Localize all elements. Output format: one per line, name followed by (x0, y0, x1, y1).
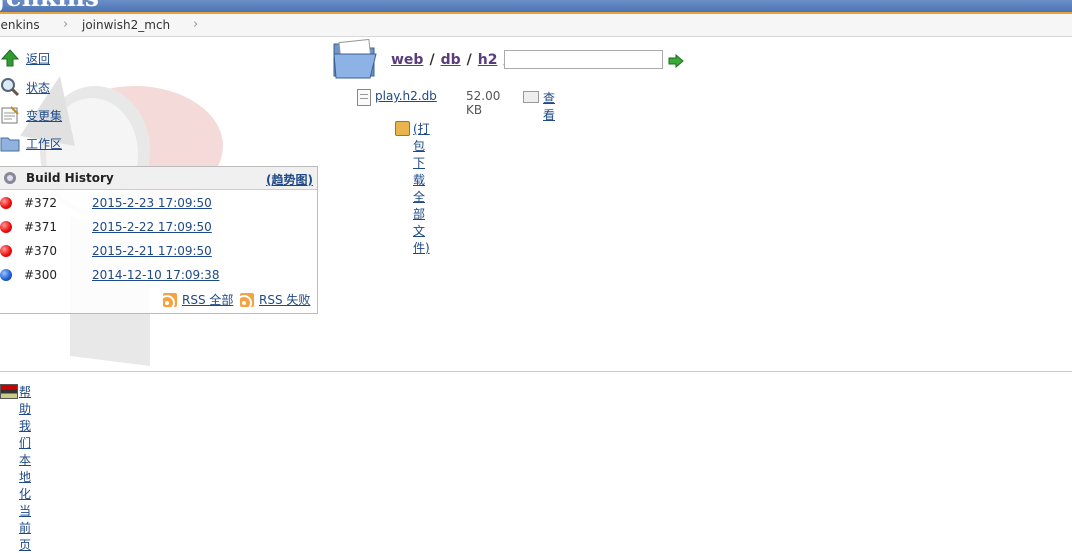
magnifier-icon (0, 77, 20, 97)
build-history-panel: Build History (趋势图) #372 2015-2-23 17:09… (0, 166, 318, 314)
build-history-header: Build History (趋势图) (0, 167, 317, 190)
rss-icon (240, 292, 254, 307)
build-row: #371 2015-2-22 17:09:50 (0, 217, 316, 237)
task-workspace[interactable]: 工作区 (0, 133, 62, 153)
header-bar: Jenkins (0, 0, 1072, 14)
path-segment-web[interactable]: web (391, 52, 423, 68)
task-changes[interactable]: 变更集 (0, 105, 62, 125)
task-changes-link[interactable]: 变更集 (26, 107, 62, 124)
task-back-link[interactable]: 返回 (26, 50, 50, 67)
rss-failed-link[interactable]: RSS 失败 (259, 291, 310, 308)
build-date-link[interactable]: 2015-2-21 17:09:50 (92, 244, 212, 258)
breadcrumb: Jenkins › joinwish2_mch › (0, 14, 1072, 37)
file-view-link[interactable]: 查看 (543, 89, 555, 123)
build-history-title: Build History (26, 171, 114, 185)
notepad-icon (0, 105, 20, 125)
trend-link[interactable]: (趋势图) (266, 171, 313, 188)
build-number: #372 (24, 196, 57, 210)
build-date-link[interactable]: 2015-2-23 17:09:50 (92, 196, 212, 210)
breadcrumb-jenkins[interactable]: Jenkins (0, 18, 40, 32)
rss-icon (163, 292, 177, 307)
jenkins-logo-text[interactable]: Jenkins (0, 0, 99, 12)
task-status-link[interactable]: 状态 (26, 79, 50, 96)
rss-failed[interactable]: RSS 失败 (240, 291, 310, 308)
workspace-path: web/db/h2/ (391, 52, 509, 68)
view-icon (523, 91, 539, 103)
localize-link[interactable]: 帮助我们本地化当前页 (19, 383, 31, 553)
up-arrow-icon (0, 48, 20, 68)
build-success-ball-icon[interactable] (0, 269, 12, 281)
build-row: #372 2015-2-23 17:09:50 (0, 193, 316, 213)
go-arrow-icon[interactable] (668, 54, 684, 68)
path-segment-db[interactable]: db (441, 52, 461, 68)
breadcrumb-job[interactable]: joinwish2_mch (82, 18, 170, 32)
task-workspace-link[interactable]: 工作区 (26, 135, 62, 152)
build-failed-ball-icon[interactable] (0, 221, 12, 233)
path-segment-h2[interactable]: h2 (478, 52, 498, 68)
build-date-link[interactable]: 2014-12-10 17:09:38 (92, 268, 219, 282)
build-failed-ball-icon[interactable] (0, 245, 12, 257)
file-size: 52.00 KB (466, 89, 501, 117)
task-status[interactable]: 状态 (0, 77, 50, 97)
footer-divider (0, 371, 1072, 372)
build-failed-ball-icon[interactable] (0, 197, 12, 209)
task-back[interactable]: 返回 (0, 48, 50, 68)
breadcrumb-separator-icon: › (63, 17, 69, 32)
build-row: #370 2015-2-21 17:09:50 (0, 241, 316, 261)
build-row: #300 2014-12-10 17:09:38 (0, 265, 316, 285)
path-input[interactable] (504, 50, 663, 69)
folder-icon (0, 133, 20, 153)
build-number: #371 (24, 220, 57, 234)
rss-all[interactable]: RSS 全部 (163, 291, 233, 308)
rss-all-link[interactable]: RSS 全部 (182, 291, 233, 308)
file-link[interactable]: play.h2.db (375, 89, 437, 103)
download-all-link[interactable]: (打包下载全部文件) (413, 120, 430, 256)
open-folder-icon (333, 38, 377, 79)
build-history-icon (4, 172, 16, 184)
build-number: #300 (24, 268, 57, 282)
localize-icon (0, 384, 18, 399)
build-number: #370 (24, 244, 57, 258)
zip-archive-icon (395, 121, 410, 136)
breadcrumb-separator-icon: › (193, 17, 199, 32)
file-icon (357, 89, 371, 106)
build-date-link[interactable]: 2015-2-22 17:09:50 (92, 220, 212, 234)
